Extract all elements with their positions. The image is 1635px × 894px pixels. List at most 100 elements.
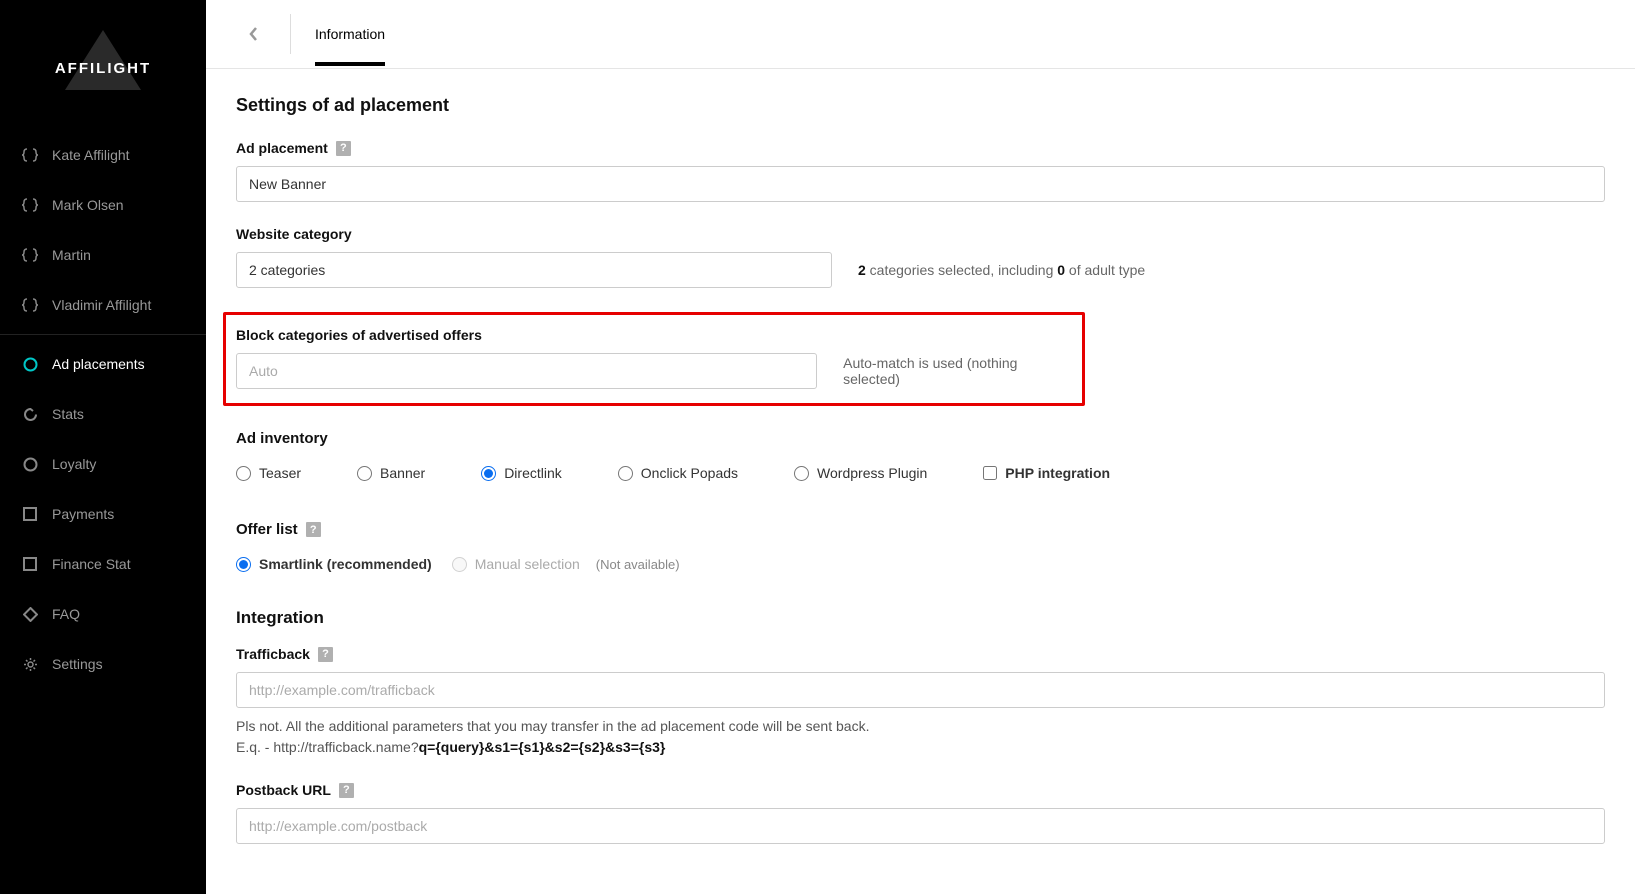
block-categories-hint: Auto-match is used (nothing selected)	[843, 355, 1072, 387]
website-category-select[interactable]: 2 categories	[236, 252, 832, 288]
braces-icon	[22, 247, 38, 263]
sidebar-user-mark[interactable]: Mark Olsen	[0, 180, 206, 230]
sidebar-nav-label: Settings	[52, 656, 103, 672]
checkbox-label: PHP integration	[1005, 465, 1110, 481]
checkbox-php-integration[interactable]: PHP integration	[983, 465, 1110, 481]
radio-smartlink[interactable]: Smartlink (recommended)	[236, 556, 432, 572]
radio-input	[452, 557, 467, 572]
row: 2 categories 2 categories selected, incl…	[236, 252, 1605, 288]
not-available-text: (Not available)	[596, 557, 680, 572]
radio-directlink[interactable]: Directlink	[481, 465, 562, 481]
trafficback-input[interactable]	[236, 672, 1605, 708]
back-button[interactable]	[236, 16, 272, 52]
page-title: Settings of ad placement	[236, 95, 1605, 116]
label-text: Website category	[236, 226, 352, 242]
field-label: Postback URL ?	[236, 782, 1605, 798]
sidebar-user-label: Martin	[52, 247, 91, 263]
field-label: Trafficback ?	[236, 646, 1605, 662]
radio-wordpress-plugin[interactable]: Wordpress Plugin	[794, 465, 927, 481]
refresh-icon	[22, 406, 38, 422]
radio-label: Smartlink (recommended)	[259, 556, 432, 572]
radio-input[interactable]	[481, 466, 496, 481]
help-icon[interactable]: ?	[339, 783, 354, 798]
ad-inventory-title: Ad inventory	[236, 430, 1605, 447]
sidebar-nav-label: Finance Stat	[52, 556, 131, 572]
sidebar-nav-loyalty[interactable]: Loyalty	[0, 439, 206, 489]
label-text: Block categories of advertised offers	[236, 327, 482, 343]
radio-banner[interactable]: Banner	[357, 465, 425, 481]
trafficback-note: Pls not. All the additional parameters t…	[236, 716, 1605, 758]
sidebar-nav-ad-placements[interactable]: Ad placements	[0, 339, 206, 389]
braces-icon	[22, 297, 38, 313]
radio-input[interactable]	[236, 466, 251, 481]
field-website-category: Website category 2 categories 2 categori…	[236, 226, 1605, 288]
help-icon[interactable]: ?	[336, 141, 351, 156]
label-text: Postback URL	[236, 782, 331, 798]
sidebar-nav-label: Loyalty	[52, 456, 96, 472]
braces-icon	[22, 147, 38, 163]
row: Auto Auto-match is used (nothing selecte…	[236, 353, 1072, 389]
block-categories-select[interactable]: Auto	[236, 353, 817, 389]
braces-icon	[22, 197, 38, 213]
help-icon[interactable]: ?	[318, 647, 333, 662]
main-content: Information Settings of ad placement Ad …	[206, 0, 1635, 894]
integration-title: Integration	[236, 608, 1605, 628]
sidebar-nav-label: Stats	[52, 406, 84, 422]
radio-input[interactable]	[236, 557, 251, 572]
help-icon[interactable]: ?	[306, 522, 321, 537]
topbar: Information	[206, 0, 1635, 69]
sidebar: AFFILIGHT Kate Affilight Mark Olsen Mart…	[0, 0, 206, 894]
label-text: Trafficback	[236, 646, 310, 662]
radio-input[interactable]	[794, 466, 809, 481]
sidebar-user-kate[interactable]: Kate Affilight	[0, 130, 206, 180]
radio-input[interactable]	[357, 466, 372, 481]
ad-placement-input[interactable]	[236, 166, 1605, 202]
radio-teaser[interactable]: Teaser	[236, 465, 301, 481]
radio-label: Onclick Popads	[641, 465, 738, 481]
sidebar-nav-finance-stat[interactable]: Finance Stat	[0, 539, 206, 589]
circle-open-icon	[22, 456, 38, 472]
highlighted-block-categories: Block categories of advertised offers Au…	[223, 312, 1085, 406]
logo-text: AFFILIGHT	[55, 60, 151, 77]
circle-icon	[22, 356, 38, 372]
sidebar-nav-stats[interactable]: Stats	[0, 389, 206, 439]
sidebar-user-label: Vladimir Affilight	[52, 297, 151, 313]
ad-inventory-options: Teaser Banner Directlink Onclick Popads …	[236, 465, 1605, 481]
note-line2-bold: q={query}&s1={s1}&s2={s2}&s3={s3}	[419, 739, 666, 755]
field-label: Ad placement ?	[236, 140, 1605, 156]
logo: AFFILIGHT	[0, 0, 206, 130]
radio-input[interactable]	[618, 466, 633, 481]
square-icon	[22, 556, 38, 572]
offer-list-title: Offer list ?	[236, 521, 1605, 538]
checkbox-input[interactable]	[983, 466, 997, 480]
field-label: Block categories of advertised offers	[236, 327, 1072, 343]
offer-list-options: Smartlink (recommended) Manual selection…	[236, 556, 1605, 572]
radio-manual-selection: Manual selection	[452, 556, 580, 572]
sidebar-nav-payments[interactable]: Payments	[0, 489, 206, 539]
sidebar-nav-label: Payments	[52, 506, 114, 522]
sidebar-user-label: Mark Olsen	[52, 197, 124, 213]
radio-onclick-popads[interactable]: Onclick Popads	[618, 465, 738, 481]
radio-label: Banner	[380, 465, 425, 481]
hint-adult-count: 0	[1057, 262, 1065, 278]
sidebar-nav-faq[interactable]: FAQ	[0, 589, 206, 639]
radio-label: Wordpress Plugin	[817, 465, 927, 481]
sidebar-nav-settings[interactable]: Settings	[0, 639, 206, 689]
field-trafficback: Trafficback ? Pls not. All the additiona…	[236, 646, 1605, 758]
tab-information[interactable]: Information	[315, 2, 385, 66]
hint-mid: categories selected, including	[866, 262, 1057, 278]
label-text: Ad placement	[236, 140, 328, 156]
radio-label: Teaser	[259, 465, 301, 481]
postback-input[interactable]	[236, 808, 1605, 844]
sidebar-user-martin[interactable]: Martin	[0, 230, 206, 280]
diamond-icon	[22, 606, 38, 622]
hint-suffix: of adult type	[1065, 262, 1145, 278]
sidebar-user-vladimir[interactable]: Vladimir Affilight	[0, 280, 206, 330]
field-label: Website category	[236, 226, 1605, 242]
field-postback: Postback URL ?	[236, 782, 1605, 844]
gear-icon	[22, 656, 38, 672]
note-line1: Pls not. All the additional parameters t…	[236, 718, 869, 734]
field-ad-placement: Ad placement ?	[236, 140, 1605, 202]
title-text: Offer list	[236, 521, 298, 538]
radio-label: Directlink	[504, 465, 562, 481]
